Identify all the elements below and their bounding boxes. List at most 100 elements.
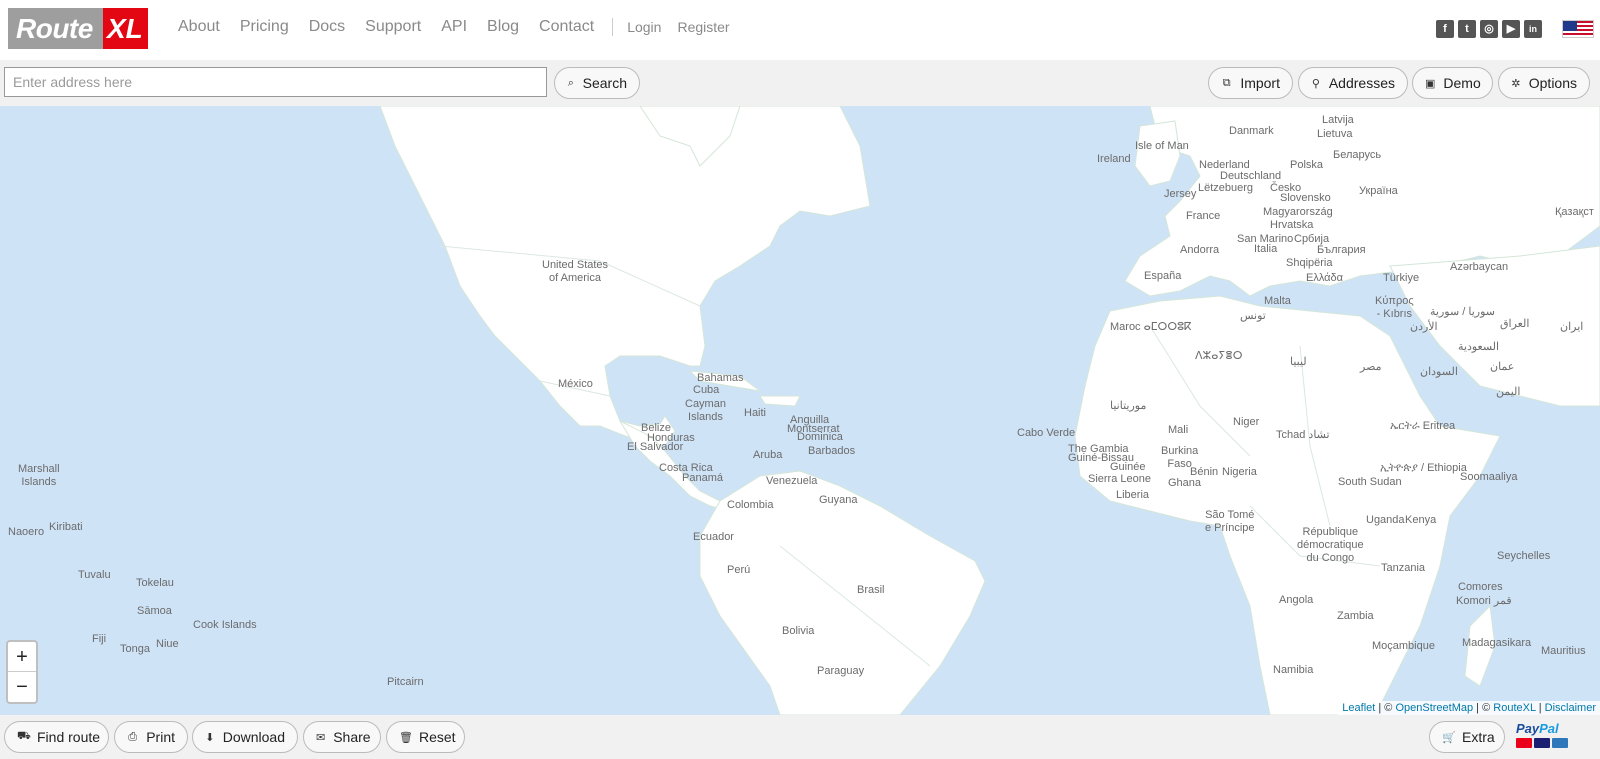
paypal-pay-text: Pay [1516,721,1540,736]
share-icon: ✉ [316,731,326,744]
nav-pricing[interactable]: Pricing [240,18,289,36]
map-label-uganda: Uganda [1366,514,1405,526]
map-label-aruba: Aruba [753,449,783,461]
print-button[interactable]: ⎙ Print [114,721,188,753]
osm-link[interactable]: OpenStreetMap [1395,702,1473,714]
map-label-bolivia: Bolivia [782,625,815,637]
gear-icon: ✲ [1511,77,1521,90]
nav-docs[interactable]: Docs [309,18,345,36]
attrib-sep: | © [1375,702,1396,714]
map-label-tuvalu: Tuvalu [78,569,111,581]
map-label-egypt: مصر [1360,361,1382,373]
map-label-tanzania: Tanzania [1381,562,1426,574]
map-label-usa-text: United States of America [542,259,609,284]
map-label-malta: Malta [1264,295,1291,307]
map-label-brasil: Brasil [857,584,885,596]
routexl-logo[interactable]: Route XL [8,8,148,49]
leaflet-link[interactable]: Leaflet [1342,702,1375,714]
zoom-out-button[interactable]: − [8,672,36,702]
map-label-rdc: République démocratique du Congo [1297,526,1364,564]
flag-canton [1563,21,1577,31]
map-label-azerbaycan: Azərbaycan [1450,261,1509,273]
cart-icon: 🛒 [1442,731,1456,744]
search-button[interactable]: ⌕ Search [554,67,640,99]
map-label-namibia: Namibia [1273,664,1314,676]
nav-contact[interactable]: Contact [539,18,594,36]
nav-support[interactable]: Support [365,18,421,36]
linkedin-icon[interactable]: in [1524,20,1542,38]
facebook-icon[interactable]: f [1436,20,1454,38]
zoom-in-button[interactable]: + [8,642,36,672]
map-label-seychelles: Seychelles [1497,550,1551,562]
map-label-kiribati: Kiribati [49,521,83,533]
toolbar: ⌕ Search ⧉ Import ⚲ Addresses ▣ Demo ✲ O… [0,60,1600,106]
instagram-icon[interactable]: ◎ [1480,20,1498,38]
british-isles [1134,120,1181,187]
map-label-maroc: Maroc ⴰⵎⵔⵔⵓⴽ [1110,321,1192,333]
map-label-venezuela: Venezuela [766,475,818,487]
youtube-icon[interactable]: ▶ [1502,20,1520,38]
map-label-italia: Italia [1254,243,1278,255]
nav-login[interactable]: Login [627,19,661,35]
map-label-mozambique: Moçambique [1372,640,1435,652]
import-button-label: Import [1240,75,1280,91]
map-label-ghana: Ghana [1168,477,1202,489]
download-button[interactable]: ⬇ Download [192,721,298,753]
routexl-link[interactable]: RouteXL [1493,702,1535,714]
north-america-landmass [379,106,871,447]
print-label: Print [146,729,175,745]
import-button[interactable]: ⧉ Import [1208,67,1293,99]
demo-button-label: Demo [1443,75,1481,91]
trash-icon: 🗑 [399,731,413,744]
map-label-fiji: Fiji [92,633,107,645]
map-label-angola: Angola [1279,594,1314,606]
extra-button[interactable]: 🛒 Extra [1429,721,1505,753]
share-label: Share [333,729,371,745]
main-nav: About Pricing Docs Support API Blog Cont… [178,18,746,36]
map-label-polska: Polska [1290,159,1324,171]
twitter-icon[interactable]: t [1458,20,1476,38]
options-button-label: Options [1528,75,1577,91]
map-label-haiti: Haiti [744,407,767,419]
share-button[interactable]: ✉ Share [303,721,381,753]
map-label-barbados: Barbados [808,445,856,457]
map-label-saotome: São Tomé e Príncipe [1205,509,1255,534]
import-icon: ⧉ [1222,76,1231,89]
paypal-pal-text: Pal [1539,721,1559,736]
map-label-comores: Comores [1458,581,1503,593]
options-button[interactable]: ✲ Options [1498,67,1590,99]
nav-api[interactable]: API [441,18,467,36]
download-label: Download [222,729,285,745]
find-route-button[interactable]: ⛟ Find route [4,721,109,753]
map-view[interactable]: United States of America México Bahamas … [0,106,1600,715]
download-icon: ⬇ [205,731,215,744]
map-label-usa: United States of America [542,259,608,285]
map-label-slovensko: Slovensko [1280,192,1331,204]
us-flag-icon[interactable] [1562,20,1594,38]
map-label-somalia: Soomaaliya [1460,471,1518,483]
logo-route-text: Route [8,8,103,49]
map-label-iran: ایران [1560,321,1584,333]
map-label-lietuva: Lietuva [1317,128,1353,140]
paypal-badge[interactable]: PayPal [1516,722,1570,752]
nav-blog[interactable]: Blog [487,18,519,36]
map-label-isleofman: Isle of Man [1135,140,1189,152]
map-label-espana: España [1144,270,1182,282]
nav-register[interactable]: Register [677,19,729,35]
map-label-mauritius: Mauritius [1541,645,1586,657]
map-label-cayman: Cayman Islands [685,398,726,423]
addresses-button[interactable]: ⚲ Addresses [1298,67,1408,99]
map-label-magyar: Magyarország [1263,206,1333,218]
search-button-label: Search [582,75,627,91]
disclaimer-link[interactable]: Disclaimer [1545,702,1596,714]
visa-icon [1534,738,1550,748]
map-label-letzebuerg: Lëtzebuerg [1198,182,1254,194]
demo-button[interactable]: ▣ Demo [1412,67,1493,99]
map-label-zambia: Zambia [1337,610,1374,622]
reset-button[interactable]: 🗑 Reset [386,721,465,753]
map-label-jordan: الأردن [1410,321,1438,333]
map-label-caboverde: Cabo Verde [1017,427,1076,439]
address-input[interactable] [4,67,547,97]
map-label-france: France [1186,210,1221,222]
nav-about[interactable]: About [178,18,220,36]
